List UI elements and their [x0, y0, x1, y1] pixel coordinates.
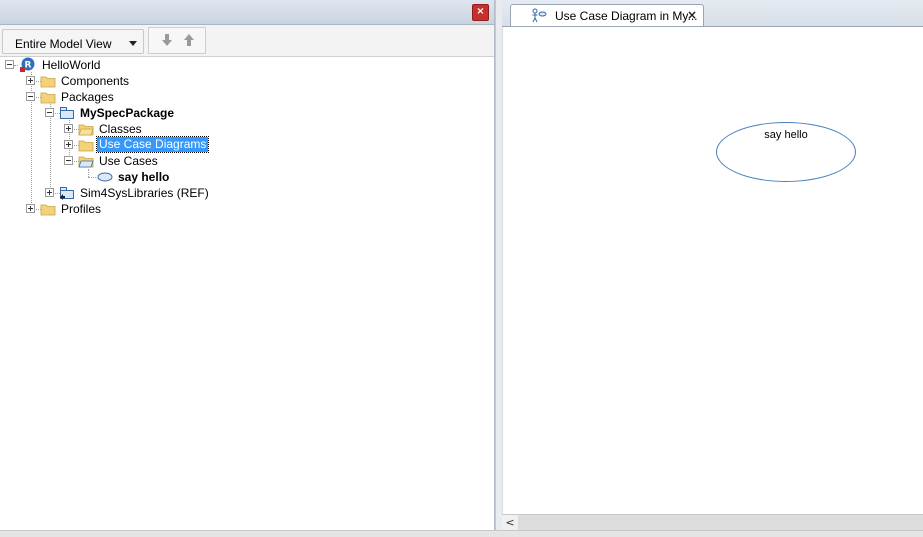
tab-label: Use Case Diagram in My...: [555, 9, 698, 23]
tree-item-label: Use Case Diagrams: [95, 136, 210, 153]
tab-use-case-diagram[interactable]: Use Case Diagram in My... ×: [510, 4, 704, 26]
tree-item-label: HelloWorld: [42, 58, 101, 72]
tree-item-label: Profiles: [61, 202, 102, 216]
panel-splitter[interactable]: [495, 0, 502, 537]
folder-icon: [40, 204, 56, 216]
tree-item-use-cases[interactable]: Use Cases: [0, 153, 494, 169]
tree-item-myspecpackage[interactable]: MySpecPackage: [0, 105, 494, 121]
tree-item-use-case-diagrams[interactable]: Use Case Diagrams: [0, 136, 494, 153]
chevron-down-icon: [129, 41, 137, 46]
folder-icon: [40, 76, 56, 88]
tree-item-sim4syslibraries[interactable]: Sim4SysLibraries (REF): [0, 185, 494, 201]
diagram-canvas[interactable]: say hello: [502, 27, 923, 514]
scroll-left-icon[interactable]: <: [502, 515, 518, 530]
browser-toolbar: Entire Model View: [0, 25, 494, 57]
expand-toggle[interactable]: [64, 124, 73, 133]
package-icon: [60, 107, 74, 119]
panel-title-bar: ×: [0, 0, 494, 25]
tree-item-label: Use Cases: [99, 154, 158, 168]
tree-item-profiles[interactable]: Profiles: [0, 201, 494, 217]
status-strip: [0, 530, 923, 537]
model-browser-panel: × Entire Model View R HelloWorld Compone…: [0, 0, 495, 530]
view-mode-value: Entire Model View: [15, 37, 112, 51]
folder-open-icon: [78, 124, 94, 136]
editor-tab-strip: Use Case Diagram in My... ×: [502, 0, 923, 27]
diagram-editor-panel: Use Case Diagram in My... × say hello <: [502, 0, 923, 530]
collapse-toggle[interactable]: [45, 108, 54, 117]
use-case-diagram-icon: [532, 8, 547, 23]
use-case-icon: [97, 172, 113, 182]
tree-item-components[interactable]: Components: [0, 73, 494, 89]
collapse-toggle[interactable]: [5, 60, 14, 69]
svg-text:R: R: [25, 61, 32, 71]
collapse-toggle[interactable]: [26, 92, 35, 101]
horizontal-scrollbar[interactable]: <: [502, 514, 923, 530]
tree-item-label: Components: [61, 74, 130, 88]
expand-toggle[interactable]: [26, 204, 35, 213]
folder-open-icon: [78, 156, 94, 168]
tree-item-label: Packages: [61, 90, 114, 104]
tree-item-label: MySpecPackage: [80, 106, 175, 120]
arrow-down-icon[interactable]: [159, 32, 175, 48]
close-icon: ×: [476, 6, 485, 17]
close-icon[interactable]: ×: [687, 8, 697, 22]
tree-item-label: say hello: [118, 170, 170, 184]
folder-icon: [78, 140, 94, 152]
collapse-toggle[interactable]: [64, 156, 73, 165]
use-case-label: say hello: [764, 129, 808, 141]
folder-open-icon: [40, 92, 56, 104]
use-case-say-hello[interactable]: say hello: [716, 122, 856, 182]
expand-toggle[interactable]: [26, 76, 35, 85]
tree-item-packages[interactable]: Packages: [0, 89, 494, 105]
project-logo-icon: R: [20, 57, 35, 72]
package-ref-icon: [60, 187, 74, 200]
navigation-arrows: [148, 27, 206, 54]
expand-toggle[interactable]: [45, 188, 54, 197]
tree-item-helloworld[interactable]: R HelloWorld: [0, 57, 494, 73]
tree-item-say-hello[interactable]: say hello: [0, 169, 494, 185]
tree-item-classes[interactable]: Classes: [0, 121, 494, 137]
close-panel-button[interactable]: ×: [472, 4, 489, 21]
tree-item-label: Classes: [99, 122, 142, 136]
arrow-up-icon[interactable]: [181, 32, 197, 48]
model-tree: R HelloWorld Components Packages MySpecP…: [0, 57, 494, 527]
view-mode-dropdown[interactable]: Entire Model View: [2, 29, 144, 54]
tree-item-label: Sim4SysLibraries (REF): [80, 186, 209, 200]
expand-toggle[interactable]: [64, 140, 73, 149]
